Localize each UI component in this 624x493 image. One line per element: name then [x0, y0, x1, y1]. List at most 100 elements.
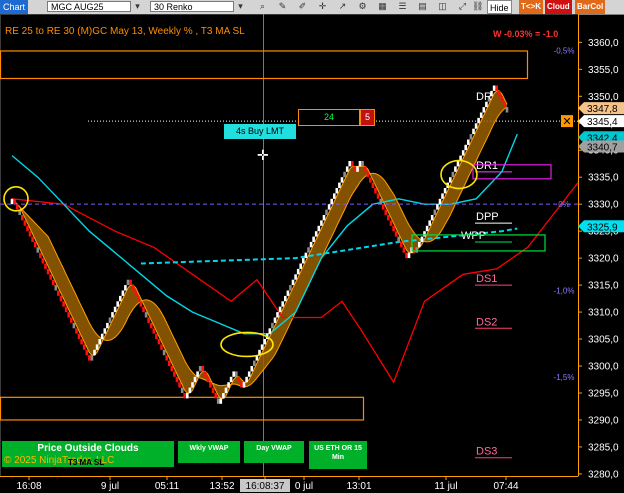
- renko-brick: [366, 171, 370, 178]
- bar-type-selector[interactable]: 30 Renko: [150, 1, 234, 12]
- renko-brick: [59, 295, 63, 302]
- price-outside-clouds-label: Price Outside Clouds: [37, 443, 139, 454]
- dropdown-icon[interactable]: ▾: [132, 1, 143, 12]
- renko-brick: [155, 333, 158, 340]
- renko-brick: [345, 166, 349, 172]
- dropdown-icon[interactable]: ▾: [235, 1, 246, 12]
- wkly-vwap-label: Wkly VWAP: [189, 445, 229, 452]
- t3-ma-sl-label: T3 MA SL: [68, 458, 105, 467]
- cyan-ma-line: [11, 133, 518, 335]
- renko-brick: [420, 236, 424, 242]
- y-tick-label: 3315,0: [588, 281, 619, 292]
- renko-brick: [126, 279, 130, 286]
- percent-label: -1,5%: [554, 373, 575, 382]
- renko-brick: [312, 236, 315, 242]
- renko-brick: [461, 150, 465, 156]
- renko-brick: [39, 252, 42, 259]
- renko-brick: [67, 312, 70, 318]
- renko-brick: [381, 204, 385, 210]
- wkly-vwap-button[interactable]: Wkly VWAP: [178, 441, 240, 463]
- renko-brick: [193, 376, 197, 383]
- renko-brick: [415, 247, 419, 253]
- chart-menu-button[interactable]: Chart: [0, 0, 29, 14]
- renko-brick: [454, 166, 457, 172]
- y-tick-label: 3295,0: [588, 388, 619, 399]
- renko-brick: [503, 101, 506, 108]
- renko-brick: [469, 134, 473, 140]
- renko-brick: [418, 241, 421, 248]
- renko-brick: [271, 322, 274, 329]
- renko-brick: [284, 295, 287, 302]
- renko-brick: [464, 144, 467, 151]
- renko-brick: [263, 339, 266, 345]
- pencil-icon[interactable]: ✐: [297, 1, 308, 12]
- tk-toggle-button[interactable]: T<>K: [519, 0, 544, 14]
- renko-brick: [358, 161, 362, 167]
- options-icon[interactable]: ◫: [437, 1, 448, 12]
- y-tick-label: 3360,0: [588, 38, 619, 49]
- y-tick-label: 3290,0: [588, 415, 619, 426]
- indicator-icon[interactable]: ↗: [337, 1, 348, 12]
- magnifier-icon[interactable]: ⌕: [257, 1, 268, 12]
- day-vwap-button[interactable]: Day VWAP: [244, 441, 304, 463]
- renko-brick: [299, 263, 302, 269]
- renko-brick: [139, 301, 143, 307]
- strategy-icon[interactable]: ⚙: [357, 1, 368, 12]
- renko-brick: [157, 339, 161, 345]
- instrument-selector[interactable]: MGC AUG25: [47, 1, 131, 12]
- price-chart[interactable]: DR1 DPP WPP DS1 DS2 DS3 DR -0,5% 0% -1,0% -1,5% ✛ ✕…: [0, 14, 624, 493]
- renko-brick: [49, 274, 52, 280]
- renko-brick: [90, 355, 94, 361]
- order-count[interactable]: 5: [360, 109, 375, 126]
- renko-brick: [397, 236, 400, 242]
- hide-button[interactable]: Hide: [487, 0, 512, 14]
- instrument-label: MGC AUG25: [51, 2, 104, 12]
- renko-brick: [449, 177, 452, 183]
- y-tick-label: 3280,0: [588, 469, 619, 480]
- renko-brick: [425, 225, 429, 232]
- buy-limit-order[interactable]: 4s Buy LMT: [224, 124, 296, 139]
- renko-brick: [436, 204, 439, 210]
- renko-brick: [183, 393, 186, 399]
- renko-brick: [206, 376, 210, 383]
- cloud-toggle-button[interactable]: Cloud: [545, 0, 572, 14]
- resize-icon[interactable]: ⤢: [457, 1, 468, 12]
- renko-brick: [129, 279, 132, 286]
- pivot-label: DS1: [476, 273, 497, 285]
- renko-brick: [144, 312, 148, 318]
- renko-brick: [224, 387, 228, 393]
- y-tick-label: 3310,0: [588, 308, 619, 319]
- crosshair-icon[interactable]: ✛: [317, 1, 328, 12]
- renko-brick: [327, 204, 331, 210]
- chart-style-icon[interactable]: ▦: [377, 1, 388, 12]
- renko-brick: [320, 220, 323, 226]
- renko-brick: [314, 231, 318, 237]
- y-tick-label: 3305,0: [588, 335, 619, 346]
- toolbar: Chart MGC AUG25 30 Renko ▾ ▾ ⌕ ✎ ✐ ✛ ↗ ⚙…: [0, 0, 624, 15]
- renko-brick: [400, 241, 403, 248]
- pivot-label: DS3: [476, 446, 497, 458]
- price-marker-label: 3345,4: [587, 117, 618, 128]
- link-icon[interactable]: ⛓: [472, 1, 483, 12]
- renko-brick: [173, 371, 176, 377]
- price-marker-label: 3347,8: [587, 104, 618, 115]
- renko-brick: [229, 376, 233, 383]
- chart-title: RE 25 to RE 30 (M)GC May 13, Weekly % , …: [5, 26, 245, 37]
- renko-brick: [211, 387, 215, 393]
- renko-brick: [44, 263, 47, 269]
- us-eth-or-button[interactable]: US ETH OR 15 Min: [309, 441, 367, 469]
- renko-brick: [214, 393, 217, 399]
- renko-brick: [482, 107, 486, 113]
- order-quantity[interactable]: 24: [298, 109, 360, 126]
- template-icon[interactable]: ▤: [417, 1, 428, 12]
- y-tick-label: 3355,0: [588, 65, 619, 76]
- plot-frame: [0, 14, 579, 477]
- renko-brick: [317, 225, 321, 232]
- signal-ellipse: [220, 331, 274, 358]
- barcol-toggle-button[interactable]: BarCol: [575, 0, 606, 14]
- draw-icon[interactable]: ✎: [277, 1, 288, 12]
- properties-icon[interactable]: ☰: [397, 1, 408, 12]
- renko-brick: [21, 215, 24, 221]
- renko-brick: [10, 198, 14, 205]
- pivot-label: DPP: [476, 211, 499, 223]
